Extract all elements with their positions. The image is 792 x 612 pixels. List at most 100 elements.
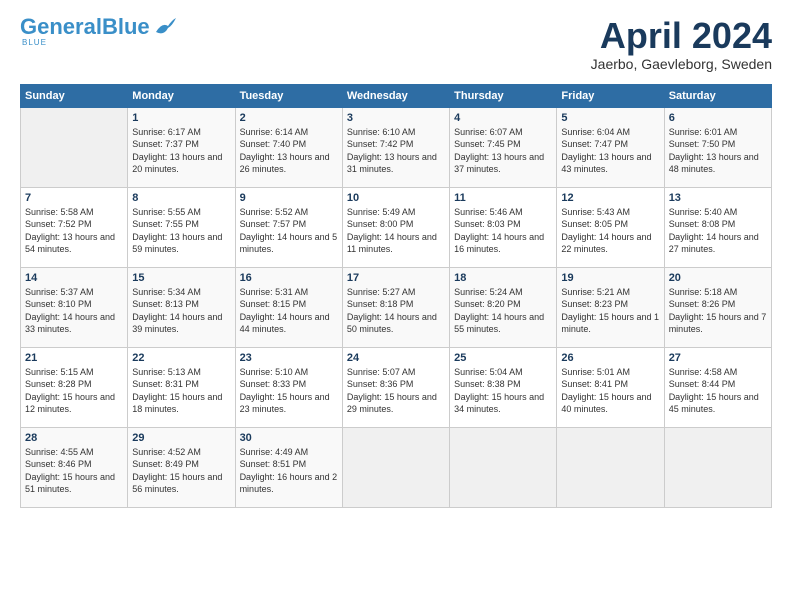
logo: GeneralBlue BLUE (20, 16, 176, 47)
day-cell: 17Sunrise: 5:27 AMSunset: 8:18 PMDayligh… (342, 267, 449, 347)
header-day-tuesday: Tuesday (235, 84, 342, 107)
day-number: 18 (454, 272, 552, 284)
day-number: 2 (240, 112, 338, 124)
day-detail: Sunrise: 5:07 AMSunset: 8:36 PMDaylight:… (347, 366, 445, 416)
day-detail: Sunrise: 5:55 AMSunset: 7:55 PMDaylight:… (132, 206, 230, 256)
day-number: 14 (25, 272, 123, 284)
day-cell: 6Sunrise: 6:01 AMSunset: 7:50 PMDaylight… (664, 107, 771, 187)
day-detail: Sunrise: 5:24 AMSunset: 8:20 PMDaylight:… (454, 286, 552, 336)
header-day-thursday: Thursday (450, 84, 557, 107)
day-number: 16 (240, 272, 338, 284)
day-number: 15 (132, 272, 230, 284)
day-cell (21, 107, 128, 187)
day-cell: 12 Sunrise: 5:43 AMSunset: 8:05 PMDayligh… (557, 187, 664, 267)
day-number: 23 (240, 352, 338, 364)
day-cell: 14Sunrise: 5:37 AMSunset: 8:10 PMDayligh… (21, 267, 128, 347)
day-cell: 2Sunrise: 6:14 AMSunset: 7:40 PMDaylight… (235, 107, 342, 187)
day-cell: 21Sunrise: 5:15 AMSunset: 8:28 PMDayligh… (21, 347, 128, 427)
day-detail: Sunrise: 5:52 AMSunset: 7:57 PMDaylight:… (240, 206, 338, 256)
day-detail: Sunrise: 5:49 AMSunset: 8:00 PMDaylight:… (347, 206, 445, 256)
day-cell: 18 Sunrise: 5:24 AMSunset: 8:20 PMDayligh… (450, 267, 557, 347)
day-detail: Sunrise: 4:49 AMSunset: 8:51 PMDaylight:… (240, 446, 338, 496)
title-block: April 2024 Jaerbo, Gaevleborg, Sweden (591, 16, 772, 72)
day-detail: Sunrise: 5:40 AMSunset: 8:08 PMDaylight:… (669, 206, 767, 256)
day-detail: Sunrise: 5:34 AMSunset: 8:13 PMDaylight:… (132, 286, 230, 336)
month-title: April 2024 (591, 16, 772, 56)
day-detail: Sunrise: 4:52 AMSunset: 8:49 PMDaylight:… (132, 446, 230, 496)
day-number: 24 (347, 352, 445, 364)
header-day-friday: Friday (557, 84, 664, 107)
day-number: 8 (132, 192, 230, 204)
page-header: GeneralBlue BLUE April 2024 Jaerbo, Gaev… (20, 16, 772, 72)
day-cell (342, 427, 449, 507)
day-cell: 13Sunrise: 5:40 AMSunset: 8:08 PMDayligh… (664, 187, 771, 267)
day-detail: Sunrise: 6:17 AMSunset: 7:37 PMDaylight:… (132, 126, 230, 176)
day-number: 10 (347, 192, 445, 204)
day-cell: 4 Sunrise: 6:07 AMSunset: 7:45 PMDaylight… (450, 107, 557, 187)
week-row-2: 7Sunrise: 5:58 AMSunset: 7:52 PMDaylight… (21, 187, 772, 267)
day-cell: 24 Sunrise: 5:07 AMSunset: 8:36 PMDayligh… (342, 347, 449, 427)
day-number: 29 (132, 432, 230, 444)
logo-text: GeneralBlue (20, 16, 150, 38)
day-cell: 25Sunrise: 5:04 AMSunset: 8:38 PMDayligh… (450, 347, 557, 427)
logo-bird-icon (154, 18, 176, 36)
day-cell: 26 Sunrise: 5:01 AMSunset: 8:41 PMDayligh… (557, 347, 664, 427)
logo-blue: Blue (102, 14, 150, 39)
day-number: 27 (669, 352, 767, 364)
day-cell: 11 Sunrise: 5:46 AMSunset: 8:03 PMDayligh… (450, 187, 557, 267)
week-row-3: 14Sunrise: 5:37 AMSunset: 8:10 PMDayligh… (21, 267, 772, 347)
day-number: 4 (454, 112, 552, 124)
day-detail: Sunrise: 5:13 AMSunset: 8:31 PMDaylight:… (132, 366, 230, 416)
week-row-5: 28Sunrise: 4:55 AMSunset: 8:46 PMDayligh… (21, 427, 772, 507)
day-cell: 15 Sunrise: 5:34 AMSunset: 8:13 PMDayligh… (128, 267, 235, 347)
day-detail: Sunrise: 4:55 AMSunset: 8:46 PMDaylight:… (25, 446, 123, 496)
logo-tagline: BLUE (22, 38, 47, 47)
day-number: 19 (561, 272, 659, 284)
day-number: 9 (240, 192, 338, 204)
day-number: 26 (561, 352, 659, 364)
day-cell: 5Sunrise: 6:04 AMSunset: 7:47 PMDaylight… (557, 107, 664, 187)
day-number: 1 (132, 112, 230, 124)
day-number: 22 (132, 352, 230, 364)
day-detail: Sunrise: 6:10 AMSunset: 7:42 PMDaylight:… (347, 126, 445, 176)
day-cell: 29 Sunrise: 4:52 AMSunset: 8:49 PMDayligh… (128, 427, 235, 507)
day-number: 7 (25, 192, 123, 204)
day-number: 17 (347, 272, 445, 284)
week-row-4: 21Sunrise: 5:15 AMSunset: 8:28 PMDayligh… (21, 347, 772, 427)
day-number: 6 (669, 112, 767, 124)
day-number: 12 (561, 192, 659, 204)
day-cell: 27 Sunrise: 4:58 AMSunset: 8:44 PMDayligh… (664, 347, 771, 427)
day-number: 30 (240, 432, 338, 444)
day-cell: 1 Sunrise: 6:17 AMSunset: 7:37 PMDaylight… (128, 107, 235, 187)
day-cell: 28Sunrise: 4:55 AMSunset: 8:46 PMDayligh… (21, 427, 128, 507)
header-day-sunday: Sunday (21, 84, 128, 107)
day-detail: Sunrise: 5:43 AMSunset: 8:05 PMDaylight:… (561, 206, 659, 256)
day-cell: 30 Sunrise: 4:49 AMSunset: 8:51 PMDayligh… (235, 427, 342, 507)
day-detail: Sunrise: 4:58 AMSunset: 8:44 PMDaylight:… (669, 366, 767, 416)
day-cell: 19 Sunrise: 5:21 AMSunset: 8:23 PMDayligh… (557, 267, 664, 347)
day-number: 3 (347, 112, 445, 124)
day-number: 11 (454, 192, 552, 204)
day-cell: 16 Sunrise: 5:31 AMSunset: 8:15 PMDayligh… (235, 267, 342, 347)
day-cell: 10 Sunrise: 5:49 AMSunset: 8:00 PMDayligh… (342, 187, 449, 267)
week-row-1: 1 Sunrise: 6:17 AMSunset: 7:37 PMDaylight… (21, 107, 772, 187)
day-cell: 22 Sunrise: 5:13 AMSunset: 8:31 PMDayligh… (128, 347, 235, 427)
day-detail: Sunrise: 6:04 AMSunset: 7:47 PMDaylight:… (561, 126, 659, 176)
logo-general: General (20, 14, 102, 39)
day-detail: Sunrise: 5:01 AMSunset: 8:41 PMDaylight:… (561, 366, 659, 416)
header-day-monday: Monday (128, 84, 235, 107)
day-number: 21 (25, 352, 123, 364)
day-cell: 7Sunrise: 5:58 AMSunset: 7:52 PMDaylight… (21, 187, 128, 267)
day-detail: Sunrise: 5:18 AMSunset: 8:26 PMDaylight:… (669, 286, 767, 336)
day-detail: Sunrise: 5:10 AMSunset: 8:33 PMDaylight:… (240, 366, 338, 416)
location: Jaerbo, Gaevleborg, Sweden (591, 56, 772, 72)
day-detail: Sunrise: 5:46 AMSunset: 8:03 PMDaylight:… (454, 206, 552, 256)
day-cell (664, 427, 771, 507)
day-cell: 8 Sunrise: 5:55 AMSunset: 7:55 PMDaylight… (128, 187, 235, 267)
day-cell (557, 427, 664, 507)
day-detail: Sunrise: 5:21 AMSunset: 8:23 PMDaylight:… (561, 286, 659, 336)
day-detail: Sunrise: 5:31 AMSunset: 8:15 PMDaylight:… (240, 286, 338, 336)
day-detail: Sunrise: 6:07 AMSunset: 7:45 PMDaylight:… (454, 126, 552, 176)
header-day-wednesday: Wednesday (342, 84, 449, 107)
header-day-saturday: Saturday (664, 84, 771, 107)
